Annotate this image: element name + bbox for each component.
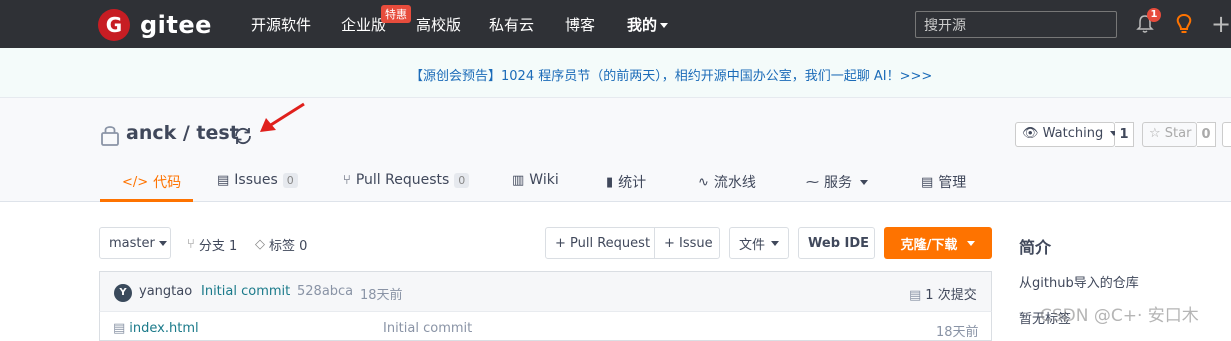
gitee-logo-text: gitee <box>140 11 212 39</box>
watermark: CSDN @C+· 安口木 <box>1040 306 1199 326</box>
commit-count-link[interactable]: ▤ 1 次提交 <box>909 284 977 303</box>
watch-count[interactable]: 1 <box>1115 122 1134 147</box>
watch-button[interactable]: 👁 Watching <box>1015 122 1119 147</box>
nav-mine[interactable]: 我的 <box>627 14 669 35</box>
file-menu-label: 文件 <box>739 237 766 253</box>
tags-link[interactable]: ◇ 标签 0 <box>255 235 307 254</box>
pull-request-icon: ⑂ <box>343 172 351 188</box>
issues-count: 0 <box>282 172 298 188</box>
chevron-down-icon <box>771 240 780 246</box>
table-row <box>99 311 992 341</box>
gitee-logo-icon: G <box>98 9 130 41</box>
tab-issues[interactable]: ▤ Issues 0 <box>217 172 298 188</box>
branch-select[interactable]: master <box>99 227 171 259</box>
lightbulb-icon[interactable] <box>1173 13 1195 35</box>
tab-stats[interactable]: ▮ 统计 <box>606 172 646 192</box>
tab-label: 流水线 <box>713 175 756 191</box>
tab-pipeline[interactable]: ∿ 流水线 <box>698 172 756 192</box>
lock-icon <box>101 126 119 146</box>
tab-label: Wiki <box>529 172 559 188</box>
tab-label: 管理 <box>938 175 967 191</box>
tab-services[interactable]: ⁓ 服务 <box>806 172 868 192</box>
tab-label: 服务 <box>824 175 852 191</box>
file-icon: ▤ <box>113 321 126 336</box>
avatar[interactable]: Y <box>114 284 132 302</box>
announcement-banner: 【源创会预告】1024 程序员节（的前两天），相约开源中国办公室，我们一起聊 A… <box>0 48 1231 98</box>
branches-label: 分支 1 <box>198 239 238 254</box>
file-time: 18天前 <box>936 325 979 340</box>
tab-label: Issues <box>234 172 278 188</box>
watch-label: Watching <box>1042 126 1104 141</box>
eye-icon: 👁 <box>1022 126 1039 141</box>
chevron-down-icon <box>967 240 976 246</box>
clone-label: 克隆/下载 <box>900 237 958 253</box>
commit-count-label: 1 次提交 <box>925 288 977 303</box>
branch-name: master <box>109 235 155 251</box>
file-menu-button[interactable]: 文件 <box>729 227 789 259</box>
enterprise-promo-badge: 特惠 <box>381 5 411 23</box>
create-plus-icon[interactable]: + <box>1211 10 1231 38</box>
new-issue-button[interactable]: + Issue <box>655 227 720 259</box>
file-name-label: index.html <box>129 321 199 336</box>
commit-hash[interactable]: 528abca <box>297 284 353 299</box>
tab-manage[interactable]: ▤ 管理 <box>921 172 966 192</box>
search-input[interactable]: 搜开源 <box>915 11 1117 38</box>
nav-mine-label: 我的 <box>627 16 658 34</box>
fork-button[interactable] <box>1222 122 1231 147</box>
repo-title[interactable]: anck / test <box>126 122 239 144</box>
sync-icon[interactable] <box>232 125 254 147</box>
chevron-down-icon <box>660 23 669 28</box>
pipeline-icon: ∿ <box>698 174 709 190</box>
nav-blog[interactable]: 博客 <box>565 14 595 35</box>
nav-enterprise[interactable]: 企业版 <box>341 14 386 35</box>
top-nav: G gitee 开源软件 企业版 特惠 高校版 私有云 博客 我的 搜开源 1 … <box>0 0 1231 48</box>
new-pull-request-button[interactable]: + Pull Request <box>545 227 655 259</box>
active-tab-indicator <box>100 199 193 202</box>
tab-label: 代码 <box>153 175 182 191</box>
branch-icon: ⑂ <box>187 237 195 252</box>
issues-icon: ▤ <box>217 172 230 188</box>
red-arrow-annotation-icon <box>260 102 305 132</box>
nav-university[interactable]: 高校版 <box>416 14 461 35</box>
tab-label: Pull Requests <box>355 172 450 188</box>
manage-icon: ▤ <box>921 174 934 190</box>
pull-requests-count: 0 <box>454 172 470 188</box>
wiki-icon: ▥ <box>512 172 525 188</box>
repo-description: 从github导入的仓库 <box>1019 276 1139 291</box>
code-icon: </> <box>122 174 149 190</box>
clone-download-button[interactable]: 克隆/下载 <box>884 227 992 259</box>
tags-label: 标签 0 <box>269 239 308 254</box>
web-ide-button[interactable]: Web IDE <box>798 227 875 259</box>
star-count[interactable]: 0 <box>1197 122 1216 147</box>
file-name[interactable]: ▤ index.html <box>113 321 199 336</box>
tab-label: 统计 <box>618 175 647 191</box>
star-icon: ☆ <box>1149 126 1161 141</box>
banner-link[interactable]: 【源创会预告】1024 程序员节（的前两天），相约开源中国办公室，我们一起聊 A… <box>410 65 932 84</box>
commit-message[interactable]: Initial commit <box>201 284 290 299</box>
file-commit-message[interactable]: Initial commit <box>383 321 472 336</box>
services-icon: ⁓ <box>806 174 819 190</box>
commit-time: 18天前 <box>360 288 403 303</box>
tab-wiki[interactable]: ▥ Wiki <box>512 172 559 188</box>
chevron-down-icon <box>860 179 868 185</box>
nav-open-source[interactable]: 开源软件 <box>251 14 311 35</box>
bar-chart-icon: ▮ <box>606 174 614 190</box>
tab-code[interactable]: </> 代码 <box>122 172 181 192</box>
gitee-logo[interactable]: G gitee <box>98 9 212 41</box>
commits-icon: ▤ <box>909 288 922 303</box>
sidebar-title: 简介 <box>1019 238 1052 257</box>
tag-icon: ◇ <box>255 237 265 252</box>
star-button[interactable]: ☆ Star <box>1142 122 1197 147</box>
nav-private-cloud[interactable]: 私有云 <box>489 14 534 35</box>
tab-pull-requests[interactable]: ⑂ Pull Requests 0 <box>343 172 470 188</box>
star-label: Star <box>1164 126 1192 141</box>
chevron-down-icon <box>158 240 167 246</box>
commit-author[interactable]: yangtao <box>139 284 192 299</box>
notification-badge: 1 <box>1147 8 1161 22</box>
branches-link[interactable]: ⑂ 分支 1 <box>187 235 237 254</box>
